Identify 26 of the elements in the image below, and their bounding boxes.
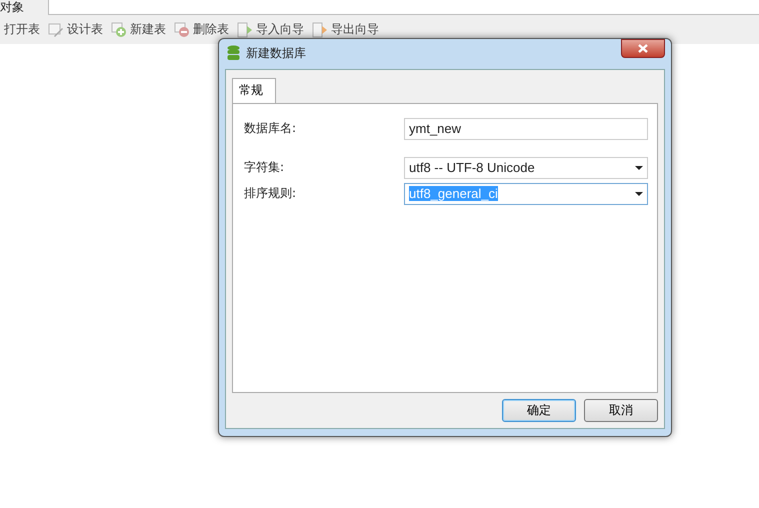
general-tab[interactable]: 常规 — [232, 78, 276, 103]
field-label: 数据库名: — [243, 120, 298, 137]
close-button[interactable] — [621, 39, 665, 58]
caret-icon — [635, 192, 643, 196]
name-input[interactable]: ymt_new — [404, 118, 648, 140]
dropdown-field[interactable]: utf8 -- UTF-8 Unicode — [404, 156, 648, 178]
database-icon — [227, 45, 240, 61]
close-icon — [638, 44, 648, 53]
field-label: 排序规则: — [243, 185, 298, 202]
import-icon — [237, 22, 253, 38]
remove-table-icon — [174, 22, 190, 38]
dialog-title: 新建数据库 — [246, 44, 306, 62]
add-table-icon — [111, 22, 127, 38]
toolbar-button[interactable]: 设计表 — [46, 21, 105, 38]
toolbar-button[interactable]: 导入向导 — [235, 21, 306, 38]
dialog-button[interactable]: 取消 — [584, 399, 658, 422]
objects-tab[interactable]: 对象 — [0, 0, 48, 15]
field-label: 字符集: — [243, 159, 286, 176]
toolbar-button[interactable]: 删除表 — [172, 21, 231, 38]
dialog-button[interactable]: 确定 — [502, 399, 576, 422]
export-icon — [312, 22, 328, 38]
toolbar-button[interactable]: 导出向导 — [310, 21, 381, 38]
toolbar-button[interactable]: 打开表 — [2, 21, 42, 38]
pencil-table-icon — [48, 22, 64, 38]
caret-icon — [635, 166, 643, 170]
toolbar-button[interactable]: 新建表 — [109, 21, 168, 38]
